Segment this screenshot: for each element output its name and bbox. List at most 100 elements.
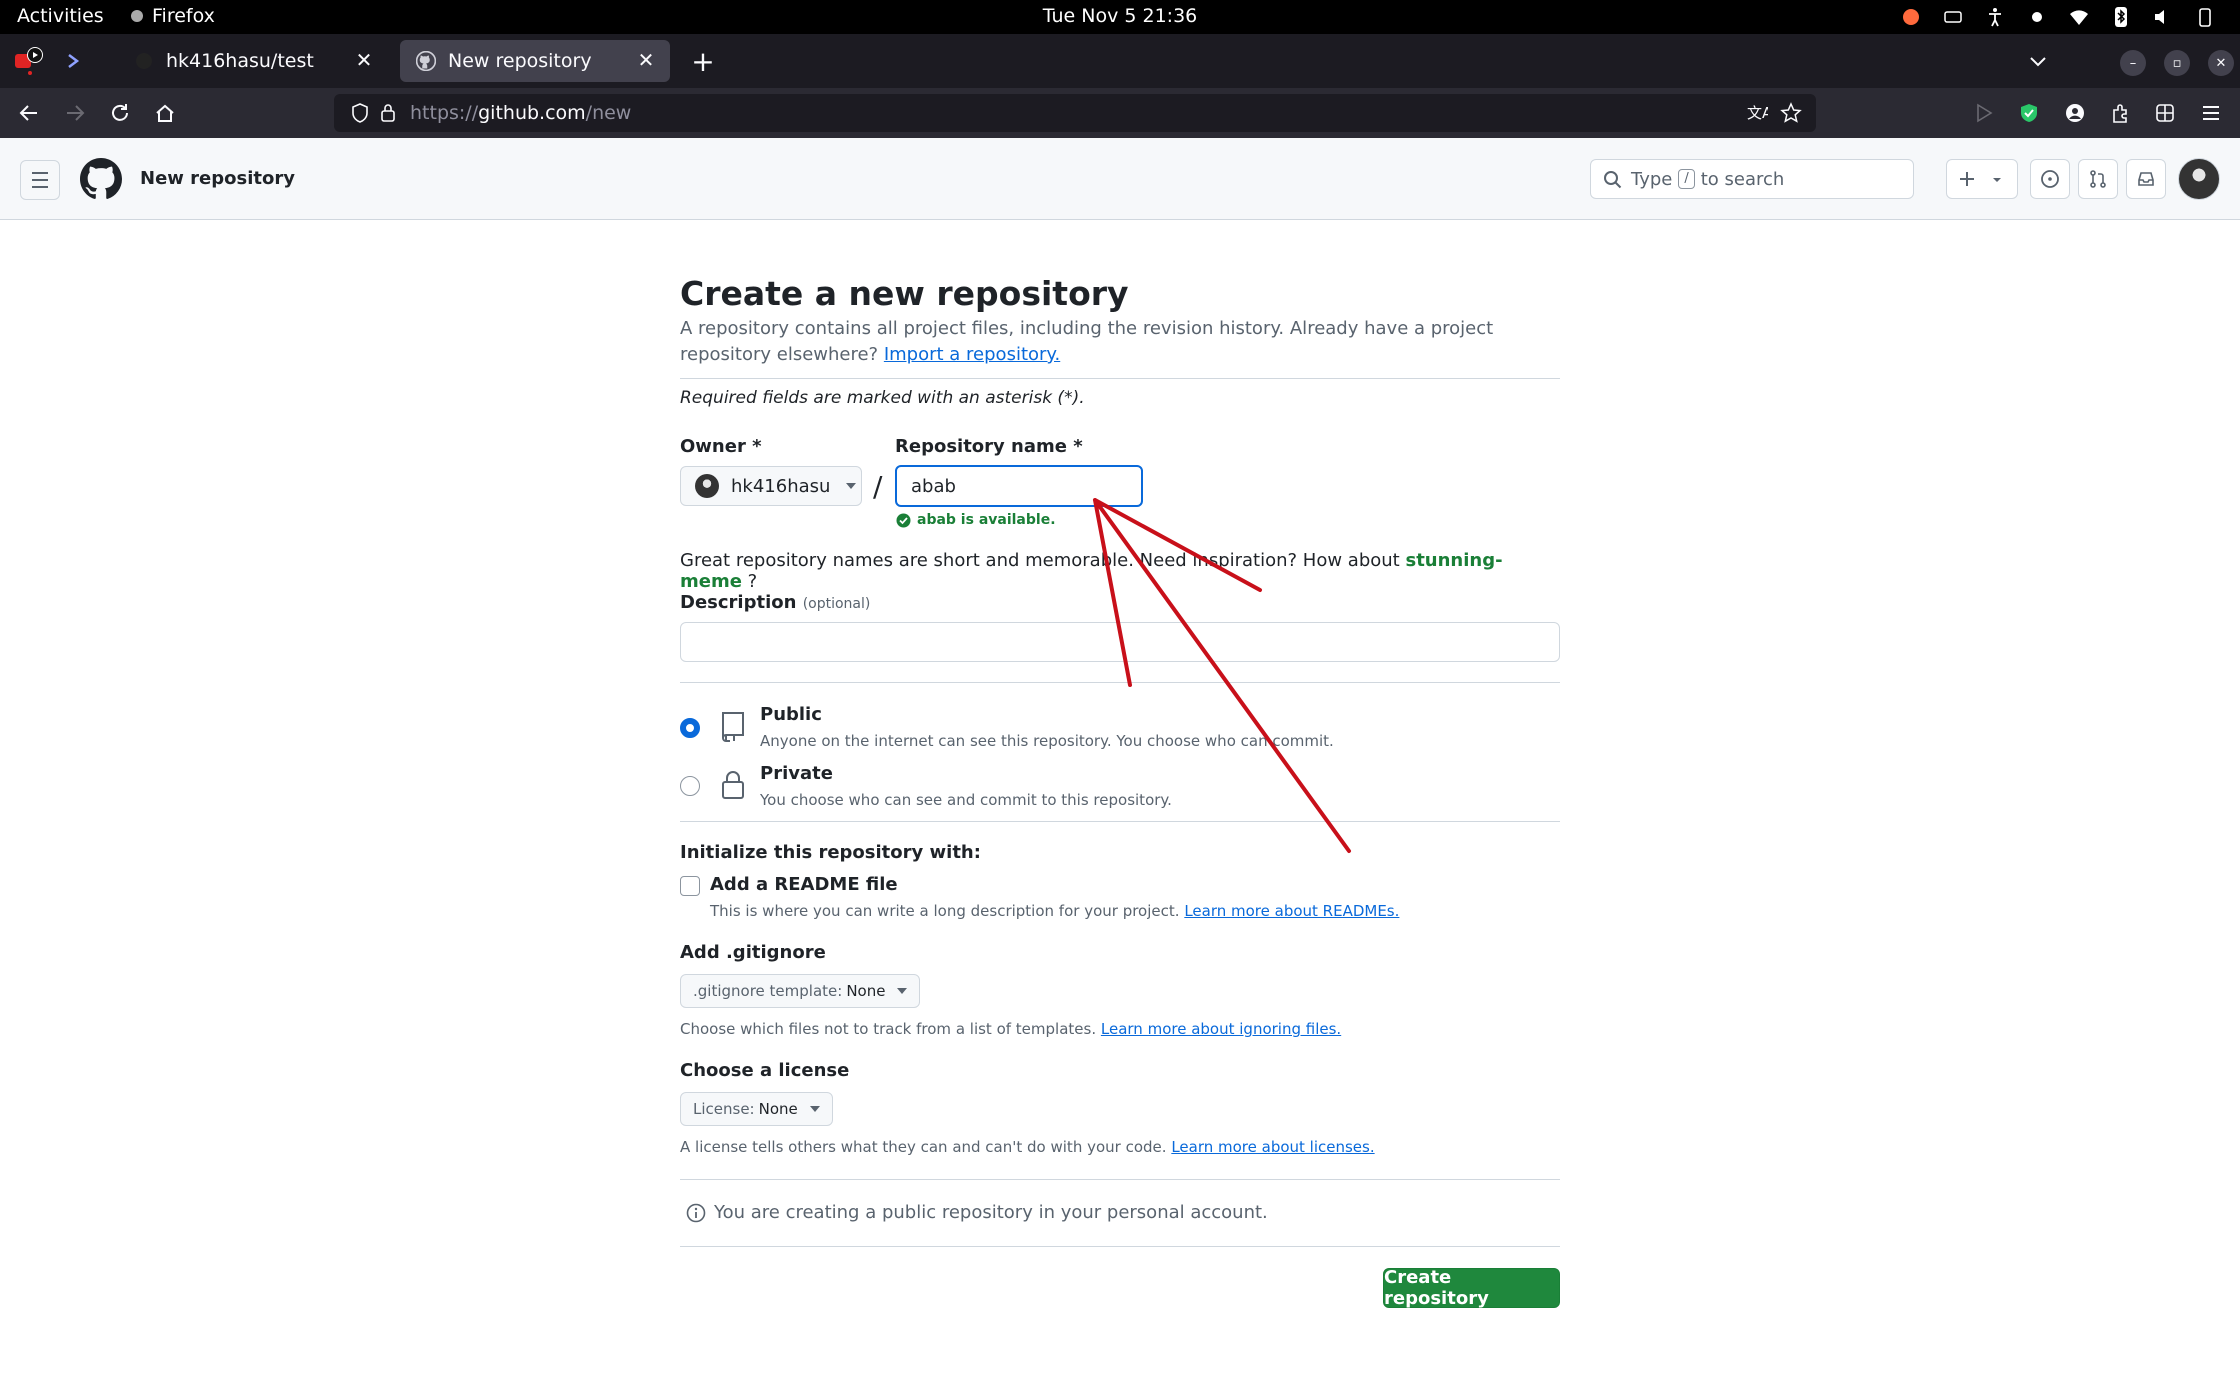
new-tab-button[interactable]: + (688, 48, 718, 78)
volume-icon[interactable] (2152, 6, 2174, 28)
public-title[interactable]: Public (760, 704, 822, 725)
info-icon (686, 1203, 706, 1222)
import-repository-link[interactable]: Import a repository. (884, 344, 1060, 365)
list-all-tabs-button[interactable] (2024, 48, 2052, 80)
readme-help: This is where you can write a long descr… (710, 902, 1399, 920)
license-dropdown[interactable]: License: None (680, 1092, 833, 1126)
gitignore-prefix: .gitignore template: (693, 982, 843, 1000)
gitignore-help: Choose which files not to track from a l… (680, 1020, 1341, 1038)
required-fields-note: Required fields are marked with an aster… (680, 388, 1085, 408)
private-radio[interactable] (680, 776, 700, 796)
translate-icon[interactable]: 文A (1746, 102, 1773, 128)
accessibility-icon[interactable] (1984, 6, 2006, 28)
url-host: github.com (478, 102, 586, 124)
readme-desc: This is where you can write a long descr… (710, 902, 1180, 920)
minimize-window-button[interactable]: – (2120, 50, 2146, 76)
search-prefix: Type (1631, 168, 1673, 190)
tab-new-repository[interactable]: New repository ✕ (400, 40, 670, 82)
pinned-tab-youtube[interactable] (8, 44, 48, 78)
gitignore-template-dropdown[interactable]: .gitignore template: None (680, 974, 921, 1008)
readme-learn-more-link[interactable]: Learn more about READMEs. (1184, 902, 1399, 920)
github-favicon (416, 51, 436, 71)
page-context-title[interactable]: New repository (140, 168, 295, 189)
grid-extension-icon[interactable] (2150, 98, 2180, 128)
power-icon[interactable] (2194, 6, 2216, 28)
gitignore-learn-more-link[interactable]: Learn more about ignoring files. (1101, 1020, 1341, 1038)
restore-window-button[interactable]: ▫ (2164, 50, 2190, 76)
search-icon (1603, 170, 1623, 195)
caret-down-icon (846, 483, 857, 489)
repo-icon (720, 710, 746, 746)
forward-arrow-icon (67, 105, 85, 121)
reload-button[interactable] (105, 98, 135, 128)
repo-name-input[interactable] (895, 465, 1143, 507)
github-logo-icon[interactable] (80, 158, 122, 204)
profile-extension-icon[interactable] (2060, 98, 2090, 128)
private-title[interactable]: Private (760, 763, 833, 784)
name-suggestion: Great repository names are short and mem… (680, 550, 1560, 592)
wifi-icon[interactable] (2068, 6, 2090, 28)
bluetooth-icon[interactable] (2110, 6, 2132, 28)
divider (680, 821, 1560, 822)
description-label: Description (optional) (680, 592, 870, 613)
url-scheme: https:// (410, 102, 479, 124)
search-input[interactable]: Type / to search (1590, 159, 1914, 199)
repo-name-label: Repository name * (895, 436, 1083, 457)
url-text[interactable]: https://github.com/new (410, 102, 631, 124)
os-top-bar: Activities Firefox Tue Nov 5 21:36 (0, 0, 2240, 34)
description-label-text: Description (680, 592, 797, 613)
home-button[interactable] (150, 98, 180, 128)
lock-icon[interactable] (378, 102, 398, 128)
keyboard-icon[interactable] (1942, 6, 1964, 28)
global-nav-menu-button[interactable] (20, 160, 60, 200)
initialize-label: Initialize this repository with: (680, 842, 981, 863)
bookmark-star-icon[interactable] (1780, 102, 1802, 128)
pull-requests-button[interactable] (2078, 159, 2118, 199)
back-arrow-icon (19, 105, 37, 121)
owner-dropdown[interactable]: hk416hasu (680, 466, 862, 506)
chevron-down-icon (1993, 178, 2001, 182)
menu-hamburger-icon[interactable] (2196, 98, 2226, 128)
tracking-protection-icon[interactable] (350, 102, 370, 128)
shield-extension-icon[interactable] (2014, 98, 2044, 128)
create-new-dropdown-button[interactable] (1946, 159, 2018, 199)
divider (680, 1179, 1560, 1180)
pinned-tab-terminal[interactable] (56, 44, 96, 78)
description-input[interactable] (680, 622, 1560, 662)
suggestion-suffix: ? (747, 571, 758, 592)
issue-icon (2041, 170, 2059, 188)
gitignore-label: Add .gitignore (680, 942, 826, 963)
license-value: None (758, 1100, 798, 1118)
public-description: Anyone on the internet can see this repo… (760, 732, 1334, 750)
system-tray[interactable] (1900, 6, 2216, 28)
extensions-icon[interactable] (2106, 98, 2136, 128)
tab-test[interactable]: hk416hasu/test ✕ (118, 40, 388, 82)
address-bar[interactable]: https://github.com/new 文A (334, 94, 1816, 132)
caret-down-icon (809, 1106, 820, 1112)
license-label: Choose a license (680, 1060, 850, 1081)
close-tab-icon[interactable]: ✕ (352, 48, 376, 72)
back-button[interactable] (14, 98, 44, 128)
public-radio[interactable] (680, 718, 700, 738)
play-extension-icon[interactable] (1968, 98, 1998, 128)
readme-checkbox[interactable] (680, 876, 700, 896)
readme-label[interactable]: Add a README file (710, 874, 898, 895)
brightness-icon[interactable] (2026, 6, 2048, 28)
youtube-music-icon (15, 47, 43, 75)
issues-button[interactable] (2030, 159, 2070, 199)
forward-button[interactable] (60, 98, 90, 128)
intro-text: A repository contains all project files,… (680, 316, 1560, 368)
inbox-button[interactable] (2126, 159, 2166, 199)
plus-icon (1960, 172, 1974, 186)
license-help: A license tells others what they can and… (680, 1138, 1375, 1156)
create-repository-button[interactable]: Create repository (1383, 1267, 1560, 1309)
availability-text: abab is available. (917, 512, 1056, 528)
url-path: /new (585, 102, 632, 124)
close-window-button[interactable]: ✕ (2208, 50, 2234, 76)
close-tab-icon[interactable]: ✕ (634, 48, 658, 72)
license-learn-more-link[interactable]: Learn more about licenses. (1171, 1138, 1374, 1156)
firefox-tray-icon[interactable] (1900, 6, 1922, 28)
pull-request-icon (2090, 170, 2106, 188)
reload-icon (112, 104, 128, 121)
user-avatar[interactable] (2178, 158, 2220, 200)
